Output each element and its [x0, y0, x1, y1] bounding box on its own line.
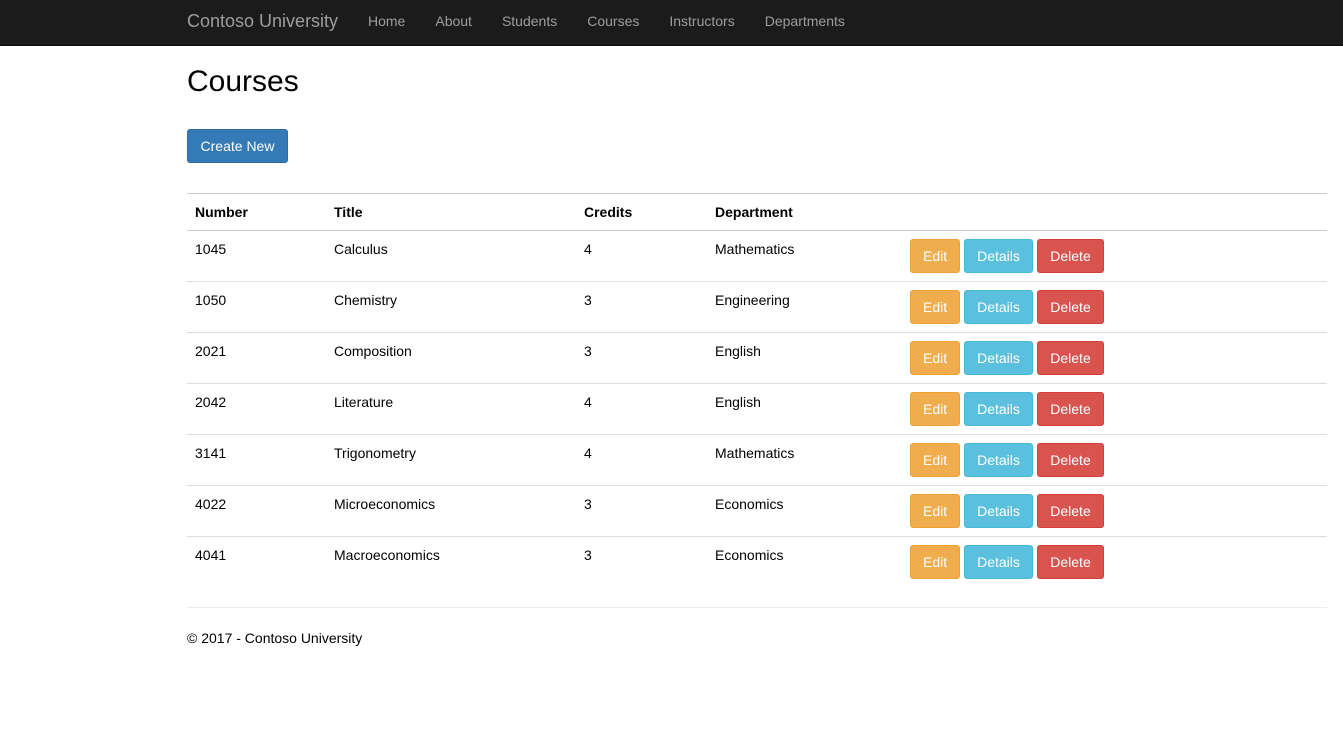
- top-navbar: Contoso University Home About Students C…: [0, 0, 1343, 46]
- details-button[interactable]: Details: [964, 290, 1033, 324]
- course-credits-cell: 4: [576, 230, 707, 282]
- course-credits-cell: 3: [576, 281, 707, 333]
- row-actions: Edit Details Delete: [902, 230, 1327, 282]
- course-department-cell: Economics: [707, 485, 902, 537]
- course-title-cell: Trigonometry: [326, 434, 576, 486]
- course-title-cell: Calculus: [326, 230, 576, 282]
- table-header-row: Number Title Credits Department: [187, 193, 1327, 231]
- nav-link-home[interactable]: Home: [353, 0, 420, 43]
- delete-button[interactable]: Delete: [1037, 494, 1104, 528]
- nav-link-departments[interactable]: Departments: [750, 0, 860, 43]
- delete-button[interactable]: Delete: [1037, 341, 1104, 375]
- delete-button[interactable]: Delete: [1037, 443, 1104, 477]
- table-row: 1050 Chemistry 3 Engineering Edit Details Dele…: [187, 281, 1327, 333]
- course-credits-cell: 3: [576, 332, 707, 384]
- course-number-cell: 1045: [187, 230, 326, 282]
- course-department-cell: Engineering: [707, 281, 902, 333]
- table-row: 1045 Calculus 4 Mathematics Edit Details Delet…: [187, 230, 1327, 282]
- details-button[interactable]: Details: [964, 392, 1033, 426]
- table-row: 4022 Microeconomics 3 Economics Edit Details D…: [187, 485, 1327, 537]
- row-actions: Edit Details Delete: [902, 281, 1327, 333]
- details-button[interactable]: Details: [964, 545, 1033, 579]
- course-credits-cell: 4: [576, 383, 707, 435]
- details-button[interactable]: Details: [964, 239, 1033, 273]
- brand-link[interactable]: Contoso University: [187, 0, 338, 43]
- edit-button[interactable]: Edit: [910, 341, 960, 375]
- edit-button[interactable]: Edit: [910, 392, 960, 426]
- table-row: 4041 Macroeconomics 3 Economics Edit Details D…: [187, 537, 1327, 588]
- page-title: Courses: [187, 65, 299, 98]
- header-credits: Credits: [576, 193, 707, 231]
- delete-button[interactable]: Delete: [1037, 392, 1104, 426]
- header-number: Number: [187, 193, 326, 231]
- table-row: 3141 Trigonometry 4 Mathematics Edit Details D…: [187, 434, 1327, 486]
- course-number-cell: 3141: [187, 434, 326, 486]
- edit-button[interactable]: Edit: [910, 290, 960, 324]
- details-button[interactable]: Details: [964, 494, 1033, 528]
- table-row: 2042 Literature 4 English Edit Details Delete: [187, 383, 1327, 435]
- row-actions: Edit Details Delete: [902, 383, 1327, 435]
- edit-button[interactable]: Edit: [910, 494, 960, 528]
- delete-button[interactable]: Delete: [1037, 545, 1104, 579]
- course-title-cell: Literature: [326, 383, 576, 435]
- course-department-cell: English: [707, 383, 902, 435]
- table-row: 2021 Composition 3 English Edit Details Delete: [187, 332, 1327, 384]
- header-department: Department: [707, 193, 902, 231]
- course-number-cell: 4041: [195, 547, 227, 563]
- delete-button[interactable]: Delete: [1037, 239, 1104, 273]
- edit-button[interactable]: Edit: [910, 545, 960, 579]
- header-actions: [902, 193, 1327, 231]
- course-credits-cell: 3: [576, 485, 707, 537]
- row-actions: Edit Details Delete: [902, 434, 1327, 486]
- details-button[interactable]: Details: [964, 443, 1033, 477]
- course-number-cell: 4022: [187, 485, 326, 537]
- header-title: Title: [326, 193, 576, 231]
- course-number-cell: 2042: [187, 383, 326, 435]
- delete-button[interactable]: Delete: [1037, 290, 1104, 324]
- course-number-cell: 1050: [187, 281, 326, 333]
- footer-divider: [187, 607, 1327, 608]
- nav-menu: Home About Students Courses Instructors …: [353, 0, 860, 43]
- course-title-cell: Microeconomics: [326, 485, 576, 537]
- nav-link-about[interactable]: About: [420, 0, 487, 43]
- course-department-cell: Economics: [715, 547, 784, 563]
- course-title-cell: Macroeconomics: [334, 547, 440, 563]
- edit-button[interactable]: Edit: [910, 239, 960, 273]
- row-actions: Edit Details Delete: [902, 485, 1327, 537]
- course-title-cell: Composition: [326, 332, 576, 384]
- row-actions: Edit Details Delete: [902, 332, 1327, 384]
- nav-link-students[interactable]: Students: [487, 0, 572, 43]
- nav-link-instructors[interactable]: Instructors: [654, 0, 749, 43]
- course-number-cell: 2021: [187, 332, 326, 384]
- courses-table: Number Title Credits Department 1045 Calc…: [187, 193, 1327, 587]
- nav-link-courses[interactable]: Courses: [572, 0, 654, 43]
- edit-button[interactable]: Edit: [910, 443, 960, 477]
- create-new-button[interactable]: Create New: [187, 129, 288, 163]
- row-actions: Edit Details Delete: [902, 537, 1327, 588]
- course-credits-cell: 4: [576, 434, 707, 486]
- main-content: Courses Create New Number Title Credits …: [187, 46, 1327, 646]
- footer: © 2017 - Contoso University: [187, 630, 363, 646]
- course-department-cell: Mathematics: [707, 434, 902, 486]
- course-department-cell: Mathematics: [707, 230, 902, 282]
- details-button[interactable]: Details: [964, 341, 1033, 375]
- course-department-cell: English: [707, 332, 902, 384]
- course-credits-cell: 3: [584, 547, 592, 563]
- course-title-cell: Chemistry: [326, 281, 576, 333]
